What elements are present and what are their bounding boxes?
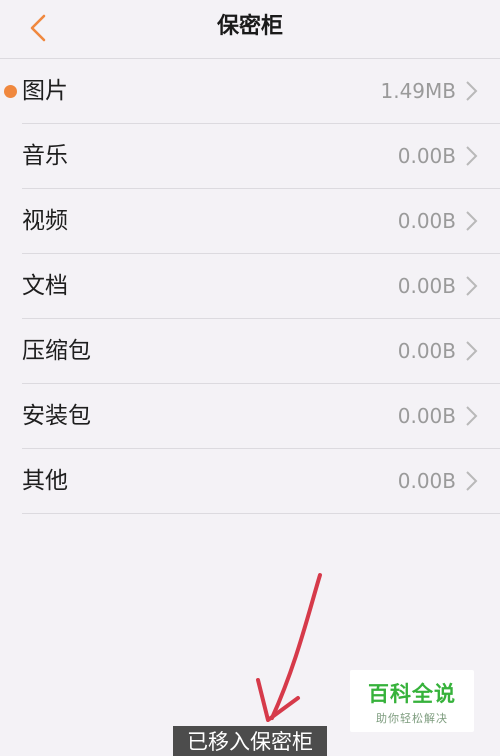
chevron-right-icon xyxy=(466,146,478,166)
category-row-images[interactable]: 图片 1.49MB xyxy=(4,59,500,124)
category-size: 0.00B xyxy=(397,469,456,493)
chevron-right-icon xyxy=(466,81,478,101)
watermark-subtitle: 助你轻松解决 xyxy=(376,712,448,725)
chevron-right-icon xyxy=(466,341,478,361)
category-row-documents[interactable]: 文档 0.00B xyxy=(22,254,500,319)
category-row-archives[interactable]: 压缩包 0.00B xyxy=(22,319,500,384)
watermark-logo: 百科全说 助你轻松解决 xyxy=(350,670,474,732)
page-title: 保密柜 xyxy=(216,14,283,39)
toast-message: 已移入保密柜 xyxy=(173,726,327,756)
category-label: 音乐 xyxy=(22,143,68,169)
category-label: 视频 xyxy=(22,208,68,234)
chevron-right-icon xyxy=(466,276,478,296)
category-label: 压缩包 xyxy=(22,338,91,364)
category-size: 0.00B xyxy=(397,404,456,428)
category-size: 0.00B xyxy=(397,339,456,363)
category-size: 0.00B xyxy=(397,274,456,298)
category-label: 其他 xyxy=(22,468,68,494)
category-list: 图片 1.49MB 音乐 0.00B 视频 0.00B 文档 0.00B 压缩包… xyxy=(0,59,500,514)
nav-bar: 保密柜 xyxy=(0,0,500,59)
category-row-other[interactable]: 其他 0.00B xyxy=(22,449,500,514)
chevron-right-icon xyxy=(466,471,478,491)
category-label: 安装包 xyxy=(22,403,91,429)
category-row-installers[interactable]: 安装包 0.00B xyxy=(22,384,500,449)
category-size: 0.00B xyxy=(397,144,456,168)
chevron-right-icon xyxy=(466,406,478,426)
new-item-dot xyxy=(4,85,17,98)
category-row-video[interactable]: 视频 0.00B xyxy=(22,189,500,254)
category-size: 0.00B xyxy=(397,209,456,233)
category-label: 文档 xyxy=(22,273,68,299)
chevron-right-icon xyxy=(466,211,478,231)
category-size: 1.49MB xyxy=(380,79,456,103)
category-row-music[interactable]: 音乐 0.00B xyxy=(22,124,500,189)
category-label: 图片 xyxy=(22,78,68,104)
watermark-title: 百科全说 xyxy=(368,682,456,706)
